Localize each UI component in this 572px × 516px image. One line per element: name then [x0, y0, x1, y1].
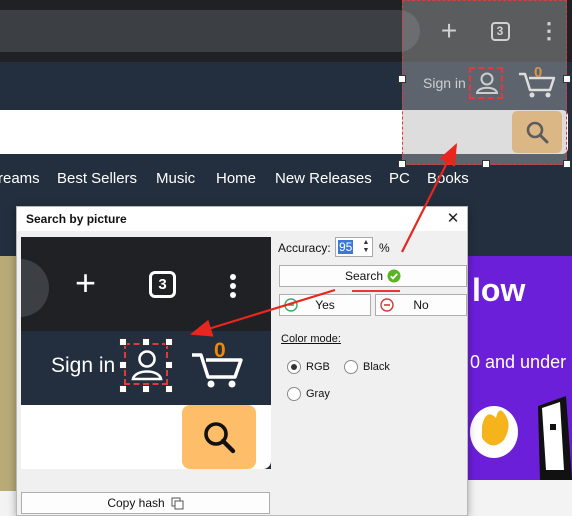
check-icon: [387, 269, 401, 283]
preview-handle: [142, 338, 150, 346]
nav-item-books[interactable]: Books: [427, 170, 469, 187]
accuracy-label: Accuracy:: [278, 241, 331, 255]
nav-item-pc[interactable]: PC: [389, 170, 410, 187]
left-banner-image: [0, 256, 16, 491]
no-button[interactable]: No: [375, 294, 467, 316]
copy-hash-button[interactable]: Copy hash: [21, 492, 270, 514]
nav-item-dreams[interactable]: reams: [0, 170, 40, 187]
radio-label: Black: [363, 361, 390, 373]
copy-hash-label: Copy hash: [107, 496, 165, 510]
preview-search-icon: [204, 422, 236, 454]
selection-handle[interactable]: [398, 75, 406, 83]
radio-indicator: [287, 387, 301, 401]
dialog-content: + 3 Sign in 0 Copy hash Accuracy: 95 ▲ ▼…: [17, 231, 467, 515]
close-icon[interactable]: ✕: [444, 210, 462, 228]
yes-button-label: Yes: [315, 298, 335, 312]
preview-selection-marker: [124, 343, 168, 385]
nav-item-music[interactable]: Music: [156, 170, 195, 187]
address-bar[interactable]: [0, 10, 420, 52]
preview-more-vert-icon: [229, 273, 237, 299]
nav-item-home[interactable]: Home: [216, 170, 256, 187]
color-mode-gray-radio[interactable]: Gray: [287, 387, 330, 401]
color-mode-rgb-radio[interactable]: RGB: [287, 360, 330, 374]
search-by-picture-dialog: Search by picture ✕ + 3 Sign in 0 Copy h…: [16, 206, 468, 516]
percent-label: %: [379, 241, 390, 255]
promo-subheading: 0 and under: [470, 352, 567, 372]
preview-search-button: [182, 405, 256, 469]
capture-preview: + 3 Sign in 0: [21, 237, 271, 469]
preview-tab-count-icon: 3: [149, 271, 176, 298]
promo-heading: low: [472, 272, 526, 308]
radio-label: Gray: [306, 388, 330, 400]
preview-handle: [165, 385, 173, 393]
nav-item-new-releases[interactable]: New Releases: [275, 170, 372, 187]
dialog-title: Search by picture: [26, 212, 127, 226]
search-button[interactable]: Search: [279, 265, 467, 287]
selection-handle[interactable]: [482, 160, 490, 168]
radio-indicator: [344, 360, 358, 374]
radio-indicator: [287, 360, 301, 374]
yes-button[interactable]: Yes: [279, 294, 371, 316]
nav-item-best-sellers[interactable]: Best Sellers: [57, 170, 137, 187]
selection-handle[interactable]: [398, 160, 406, 168]
search-underline: [352, 290, 400, 292]
accuracy-spin-arrows[interactable]: ▲ ▼: [361, 239, 371, 255]
preview-handle: [142, 385, 150, 393]
matched-element-marker: [469, 67, 503, 99]
color-mode-black-radio[interactable]: Black: [344, 360, 390, 374]
selection-handle[interactable]: [563, 160, 571, 168]
search-button-label: Search: [344, 269, 384, 283]
no-button-label: No: [413, 298, 429, 312]
preview-handle: [165, 361, 173, 369]
accuracy-value[interactable]: 95: [338, 240, 354, 254]
preview-signin-label: Sign in: [51, 354, 116, 377]
no-icon: [380, 298, 394, 312]
preview-handle: [119, 338, 127, 346]
radio-label: RGB: [306, 361, 330, 373]
accuracy-spinbox[interactable]: 95 ▲ ▼: [335, 237, 373, 257]
preview-handle: [165, 338, 173, 346]
color-mode-label: Color mode:: [281, 333, 341, 345]
preview-plus-icon: +: [75, 262, 97, 303]
preview-handle: [119, 361, 127, 369]
preview-handle: [119, 385, 127, 393]
copy-icon: [171, 497, 184, 509]
selection-handle[interactable]: [563, 75, 571, 83]
dialog-titlebar[interactable]: Search by picture ✕: [17, 207, 467, 231]
preview-cart-count: 0: [214, 339, 226, 362]
yes-icon: [284, 298, 298, 312]
